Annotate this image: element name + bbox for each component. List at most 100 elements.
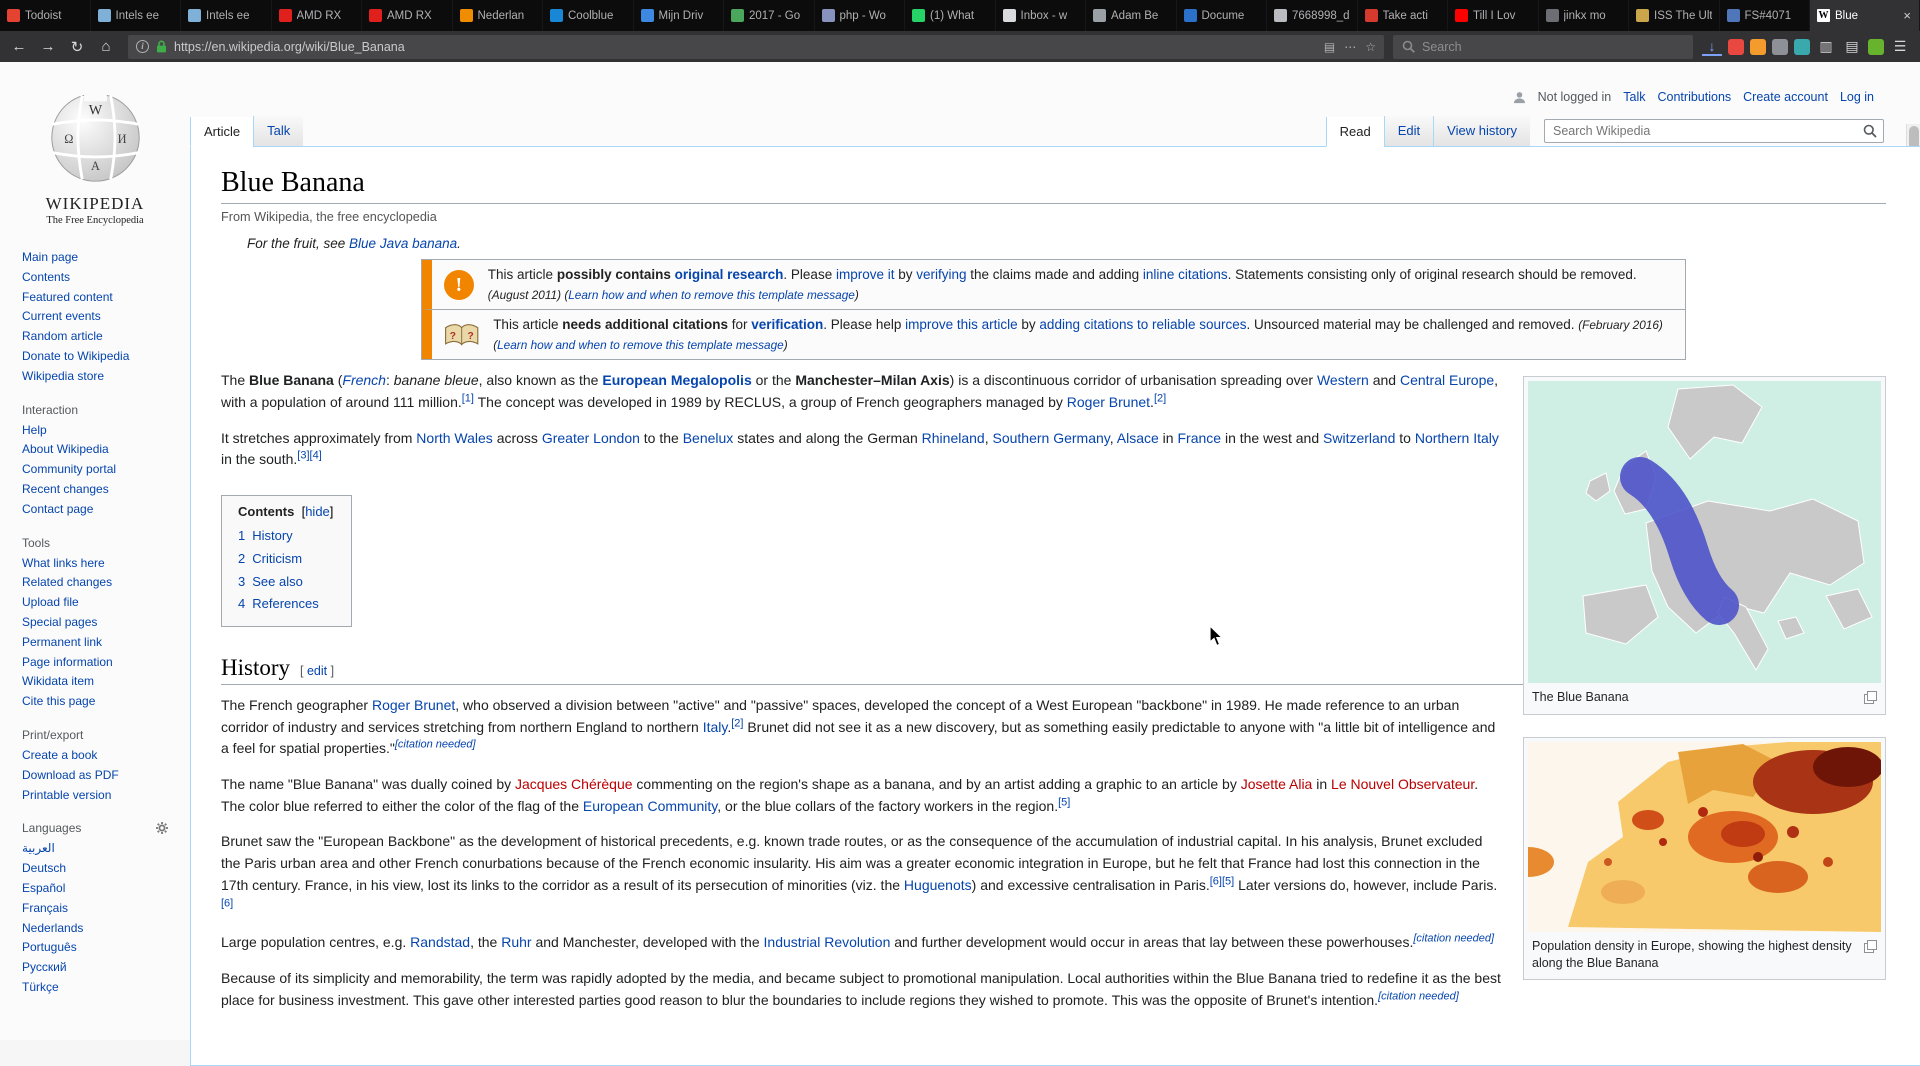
wiki-link[interactable]: improve it <box>836 267 895 282</box>
browser-tab[interactable]: Nederlan <box>453 0 544 31</box>
browser-tab[interactable]: Intels ee <box>91 0 182 31</box>
reference-link[interactable]: [4] <box>310 450 322 462</box>
reference-link[interactable]: [5] <box>1222 875 1234 887</box>
language-link[interactable]: Português <box>22 940 77 954</box>
wiki-link[interactable]: Le Nouvel Observateur <box>1331 776 1474 792</box>
personal-link-log-in[interactable]: Log in <box>1840 90 1874 104</box>
browser-tab[interactable]: php - Wo <box>815 0 906 31</box>
sidebar-link[interactable]: Download as PDF <box>22 768 119 782</box>
wiki-link[interactable]: Southern Germany <box>993 430 1110 446</box>
wiki-link[interactable]: North Wales <box>416 430 493 446</box>
sidebar-link[interactable]: Related changes <box>22 575 112 589</box>
back-icon[interactable]: ← <box>6 35 32 59</box>
wiki-search-input[interactable] <box>1551 123 1863 139</box>
wiki-link[interactable]: Italy <box>703 719 728 735</box>
menu-icon[interactable]: ☰ <box>1890 38 1910 55</box>
addon-icon[interactable] <box>1794 39 1810 55</box>
reference-link[interactable]: [2] <box>1154 392 1166 404</box>
sidebar-link[interactable]: Cite this page <box>22 694 95 708</box>
browser-tab-active[interactable]: W Blue × <box>1810 0 1920 31</box>
toc-link[interactable]: 2Criticism <box>238 551 302 566</box>
edit-section-link[interactable]: edit <box>307 664 327 678</box>
reference-link[interactable]: [3] <box>297 450 309 462</box>
toc-link[interactable]: 1History <box>238 528 293 543</box>
language-link[interactable]: Русский <box>22 960 67 974</box>
wiki-link[interactable]: Learn how and when to remove this templa… <box>497 338 784 352</box>
sidebar-link[interactable]: Contents <box>22 270 70 284</box>
bookmark-star-icon[interactable]: ☆ <box>1365 40 1376 54</box>
sidebar-link[interactable]: Create a book <box>22 748 97 762</box>
tab-talk[interactable]: Talk <box>253 116 303 146</box>
browser-tab[interactable]: 2017 - Go <box>724 0 815 31</box>
wiki-link[interactable]: Josette Alia <box>1241 776 1313 792</box>
browser-tab[interactable]: Adam Be <box>1086 0 1177 31</box>
wiki-link[interactable]: Alsace <box>1117 430 1159 446</box>
browser-tab[interactable]: AMD RX <box>272 0 363 31</box>
sidebar-link[interactable]: Upload file <box>22 595 79 609</box>
wiki-link[interactable]: Greater London <box>542 430 640 446</box>
sidebar-link[interactable]: Community portal <box>22 462 116 476</box>
site-info-icon[interactable]: i <box>136 40 149 53</box>
wiki-link[interactable]: Blue Java banana <box>349 236 457 251</box>
sidebar-link[interactable]: Current events <box>22 309 101 323</box>
browser-tab[interactable]: Coolblue <box>543 0 634 31</box>
browser-tab[interactable]: 7668998_dd0 <box>1267 0 1358 31</box>
personal-link-create-account[interactable]: Create account <box>1743 90 1828 104</box>
language-link[interactable]: Türkçe <box>22 980 59 994</box>
wiki-link[interactable]: verification <box>751 317 823 332</box>
toc-link[interactable]: 4References <box>238 596 319 611</box>
wiki-link[interactable]: Industrial Revolution <box>764 934 891 950</box>
home-icon[interactable]: ⌂ <box>93 35 119 59</box>
sidebar-link[interactable]: Help <box>22 423 47 437</box>
wiki-link[interactable]: Randstad <box>410 934 470 950</box>
wiki-link[interactable]: original research <box>675 267 784 282</box>
sidebar-link[interactable]: Printable version <box>22 788 111 802</box>
browser-tab[interactable]: Take acti <box>1358 0 1449 31</box>
reference-link[interactable]: [6] <box>221 897 233 909</box>
sidebar-link[interactable]: Random article <box>22 329 103 343</box>
language-link[interactable]: Français <box>22 901 68 915</box>
browser-tab[interactable]: (1) What <box>905 0 996 31</box>
reference-link[interactable]: [2] <box>731 717 743 729</box>
language-link[interactable]: Español <box>22 881 65 895</box>
toc-hide-link[interactable]: hide <box>305 504 330 519</box>
personal-link-contributions[interactable]: Contributions <box>1658 90 1732 104</box>
page-actions-icon[interactable]: ⋯ <box>1344 40 1356 54</box>
browser-search-bar[interactable]: Search <box>1393 35 1693 59</box>
wiki-link[interactable]: European Community <box>583 798 717 814</box>
reference-link[interactable]: [1] <box>462 392 474 404</box>
downloads-icon[interactable]: ↓ <box>1702 38 1722 56</box>
tab-edit[interactable]: Edit <box>1384 116 1433 146</box>
wiki-link[interactable]: Northern Italy <box>1415 430 1499 446</box>
expand-icon[interactable] <box>1864 691 1877 710</box>
language-link[interactable]: Deutsch <box>22 861 66 875</box>
library-icon[interactable]: ▤ <box>1842 38 1862 55</box>
wiki-link[interactable]: Roger Brunet <box>372 697 455 713</box>
sidebar-link[interactable]: Donate to Wikipedia <box>22 349 129 363</box>
sidebar-link[interactable]: Page information <box>22 655 113 669</box>
reference-link[interactable]: [citation needed] <box>395 739 476 751</box>
browser-tab[interactable]: Till I Lov <box>1448 0 1539 31</box>
browser-tab[interactable]: FS#4071 <box>1720 0 1811 31</box>
browser-tab[interactable]: Inbox - w <box>996 0 1087 31</box>
tab-view-history[interactable]: View history <box>1433 116 1530 146</box>
reference-link[interactable]: [6] <box>1210 875 1222 887</box>
browser-tab[interactable]: Todoist <box>0 0 91 31</box>
browser-tab[interactable]: Intels ee <box>181 0 272 31</box>
language-link[interactable]: Nederlands <box>22 921 83 935</box>
wiki-link[interactable]: Central Europe <box>1400 372 1494 388</box>
sidebar-link[interactable]: Main page <box>22 250 78 264</box>
forward-icon[interactable]: → <box>35 35 61 59</box>
personal-link-talk[interactable]: Talk <box>1623 90 1645 104</box>
wiki-link[interactable]: European Megalopolis <box>602 372 751 388</box>
addon-icon[interactable] <box>1772 39 1788 55</box>
url-text[interactable]: https://en.wikipedia.org/wiki/Blue_Banan… <box>174 40 1317 54</box>
wiki-link[interactable]: Switzerland <box>1323 430 1395 446</box>
reference-link[interactable]: [citation needed] <box>1378 990 1459 1002</box>
sidebar-link[interactable]: Special pages <box>22 615 97 629</box>
browser-tab[interactable]: jinkx mo <box>1539 0 1630 31</box>
tab-article[interactable]: Article <box>190 117 253 147</box>
reader-view-icon[interactable]: ▤ <box>1324 40 1335 54</box>
wiki-link[interactable]: adding citations to reliable sources <box>1039 317 1246 332</box>
population-density-map-thumb[interactable]: Population density in Europe, showing th… <box>1523 737 1886 980</box>
